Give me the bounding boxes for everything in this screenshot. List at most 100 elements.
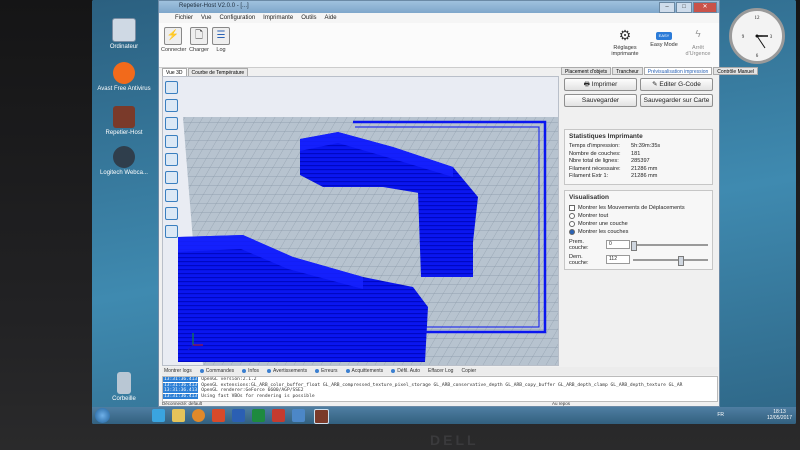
maximize-button[interactable]: □ bbox=[676, 2, 692, 13]
stat-row: Nombre de couches: 181 bbox=[569, 150, 641, 157]
repetier-icon bbox=[113, 106, 135, 128]
menu-configuration[interactable]: Configuration bbox=[219, 15, 255, 21]
menu-view[interactable]: Vue bbox=[201, 15, 211, 21]
print-label: Imprimer bbox=[591, 81, 618, 88]
3d-view[interactable] bbox=[162, 76, 559, 366]
visualisation-title: Visualisation bbox=[569, 193, 609, 201]
printer-settings-label: Réglages imprimante bbox=[611, 45, 639, 57]
rotate-icon[interactable] bbox=[165, 81, 178, 94]
printer-settings-button[interactable]: ⚙ Réglages imprimante bbox=[605, 27, 645, 57]
powerpoint-icon[interactable] bbox=[212, 409, 225, 422]
repetier-taskbar-icon[interactable] bbox=[314, 409, 329, 424]
emergency-stop-button[interactable]: ϟ Arrêt d'Urgence bbox=[681, 27, 715, 57]
action-row-1: 🖶 Imprimer ✎ Editer G-Code bbox=[564, 78, 713, 91]
log-filter-warnings[interactable]: Avertissements bbox=[267, 368, 307, 374]
toggle-dot-icon bbox=[391, 368, 396, 373]
right-tabs: Placement d'objets Trancheur Prévisualis… bbox=[561, 67, 758, 75]
emergency-stop-label: Arrêt d'Urgence bbox=[685, 45, 711, 57]
desktop-icon-repetier[interactable]: Repetier-Host bbox=[94, 106, 154, 137]
radio-icon bbox=[569, 220, 575, 227]
last-layer-input[interactable]: 112 bbox=[606, 255, 630, 265]
word-icon[interactable] bbox=[232, 409, 245, 422]
show-moves-checkbox[interactable]: Montrer les Mouvements de Déplacements bbox=[569, 204, 708, 212]
tab-slicer[interactable]: Trancheur bbox=[612, 67, 643, 75]
radio-show-all[interactable]: Montrer tout bbox=[569, 212, 708, 220]
radio-show-one-layer[interactable]: Montrer une couche bbox=[569, 220, 708, 228]
easy-mode-icon: EASY bbox=[656, 32, 672, 40]
edit-gcode-button[interactable]: ✎ Editer G-Code bbox=[640, 78, 713, 91]
top-view-icon[interactable] bbox=[165, 189, 178, 202]
menu-help[interactable]: Aide bbox=[325, 15, 337, 21]
tab-print-preview[interactable]: Prévisualisation impression bbox=[643, 67, 713, 75]
language-indicator[interactable]: FR bbox=[717, 412, 724, 418]
radio-show-layers[interactable]: Montrer les couches bbox=[569, 228, 708, 236]
iso-view-icon[interactable] bbox=[165, 153, 178, 166]
tab-object-placement[interactable]: Placement d'objets bbox=[561, 67, 612, 75]
recycle-bin-icon bbox=[117, 372, 131, 394]
print-button[interactable]: 🖶 Imprimer bbox=[564, 78, 637, 91]
front-view-icon[interactable] bbox=[165, 171, 178, 184]
log-button[interactable]: ☰ Log bbox=[209, 27, 233, 53]
close-button[interactable]: ✕ bbox=[693, 2, 717, 13]
tray-date[interactable]: 12/05/2017 bbox=[767, 415, 792, 421]
explorer-icon[interactable] bbox=[172, 409, 185, 422]
side-view-icon[interactable] bbox=[165, 207, 178, 220]
last-layer-slider[interactable] bbox=[633, 255, 708, 266]
first-layer-slider[interactable] bbox=[631, 240, 708, 251]
menu-tools[interactable]: Outils bbox=[301, 15, 316, 21]
menu-file[interactable]: Fichier bbox=[175, 15, 193, 21]
toggle-dot-icon bbox=[315, 368, 320, 373]
tab-manual-control[interactable]: Contrôle Manuel bbox=[713, 67, 758, 75]
easy-mode-label: Easy Mode bbox=[650, 42, 678, 48]
taskbar: FR 18:13 12/05/2017 bbox=[92, 407, 796, 424]
log-panel[interactable]: 13:31:36.413 OpenGL version:2.1.2 13:31:3… bbox=[162, 376, 718, 402]
load-button[interactable]: 🗋 Charger bbox=[187, 27, 211, 53]
slider-thumb[interactable] bbox=[631, 240, 637, 251]
list-icon: ☰ bbox=[212, 27, 230, 45]
log-filter-infos[interactable]: Infos bbox=[242, 368, 259, 374]
log-filter-commands[interactable]: Commandes bbox=[199, 368, 234, 374]
log-autoscroll[interactable]: Défil. Auto bbox=[391, 368, 420, 374]
clock-gadget: 12 3 6 9 bbox=[729, 8, 785, 64]
move-icon[interactable] bbox=[165, 99, 178, 112]
toggle-dot-icon bbox=[199, 368, 204, 373]
zoom-icon[interactable] bbox=[165, 117, 178, 130]
reset-view-icon[interactable] bbox=[165, 225, 178, 238]
desktop-icon-webcam[interactable]: Logitech Webca... bbox=[94, 146, 154, 177]
move-object-icon[interactable] bbox=[165, 135, 178, 148]
log-line: 13:31:36.413 Using fast VBOs for renderin… bbox=[163, 393, 315, 399]
menu-printer[interactable]: Imprimante bbox=[263, 15, 293, 21]
minimize-button[interactable]: – bbox=[659, 2, 675, 13]
slider-thumb[interactable] bbox=[677, 255, 684, 266]
view-side-tools bbox=[165, 81, 178, 238]
svg-text:9: 9 bbox=[742, 35, 745, 40]
excel-icon[interactable] bbox=[252, 409, 265, 422]
media-player-icon[interactable] bbox=[192, 409, 205, 422]
svg-text:3: 3 bbox=[770, 35, 773, 40]
desktop-icon-recycle[interactable]: Corbeille bbox=[94, 372, 154, 403]
log-show-toggle[interactable]: Montrer logs bbox=[164, 368, 192, 374]
save-sd-button[interactable]: Sauvegarder sur Carte bbox=[640, 94, 713, 107]
desktop-icon-avast[interactable]: Avast Free Antivirus bbox=[94, 62, 154, 93]
ie-icon[interactable] bbox=[152, 409, 165, 422]
desktop-icon-computer[interactable]: Ordinateur bbox=[94, 18, 154, 51]
title-bar[interactable]: Repetier-Host V2.0.0 - [...] – □ ✕ bbox=[159, 1, 719, 13]
log-copy-button[interactable]: Copier bbox=[461, 368, 476, 374]
save-button[interactable]: Sauvegarder bbox=[564, 94, 637, 107]
repetier-window: Repetier-Host V2.0.0 - [...] – □ ✕ Fichi… bbox=[158, 0, 758, 407]
easy-mode-button[interactable]: EASY Easy Mode bbox=[649, 27, 679, 48]
first-layer-input[interactable]: 0 bbox=[606, 240, 630, 250]
log-clear-button[interactable]: Effacer Log bbox=[428, 368, 453, 374]
start-button[interactable] bbox=[95, 408, 110, 423]
stat-row: Temps d'impression: 5h:39m:35s bbox=[569, 143, 661, 149]
paint-icon[interactable] bbox=[292, 409, 305, 422]
save-sd-label: Sauvegarder sur Carte bbox=[643, 97, 710, 104]
print-bed-scene bbox=[178, 117, 558, 365]
acrobat-icon[interactable] bbox=[272, 409, 285, 422]
log-filter-errors[interactable]: Erreurs bbox=[315, 368, 338, 374]
log-toolbar: Montrer logs Commandes Infos Avertisseme… bbox=[162, 367, 718, 375]
log-filter-acks[interactable]: Acquittements bbox=[345, 368, 383, 374]
connect-button[interactable]: ⚡ Connecter bbox=[161, 27, 186, 53]
stat-row: Filament nécessaire: 21286 mm bbox=[569, 165, 658, 172]
log-label: Log bbox=[216, 47, 226, 53]
